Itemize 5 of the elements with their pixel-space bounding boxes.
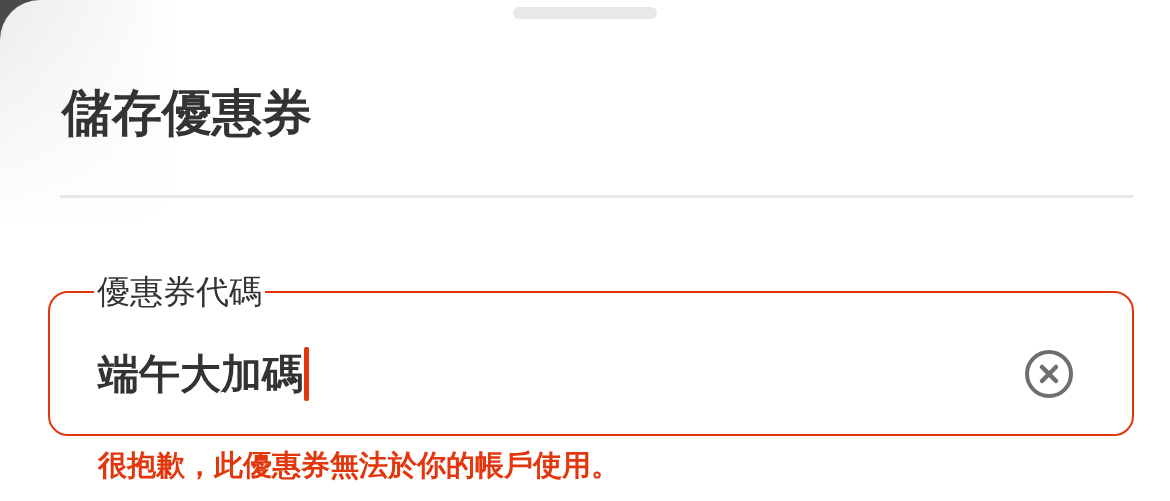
field-label: 優惠券代碼 xyxy=(96,271,263,313)
field-value: 端午大加碼 xyxy=(98,349,303,400)
sheet-title: 儲存優惠券 xyxy=(62,83,313,143)
clear-icon[interactable] xyxy=(1024,349,1074,399)
error-message: 很抱歉，此優惠券無法於你的帳戶使用。 xyxy=(98,447,621,484)
